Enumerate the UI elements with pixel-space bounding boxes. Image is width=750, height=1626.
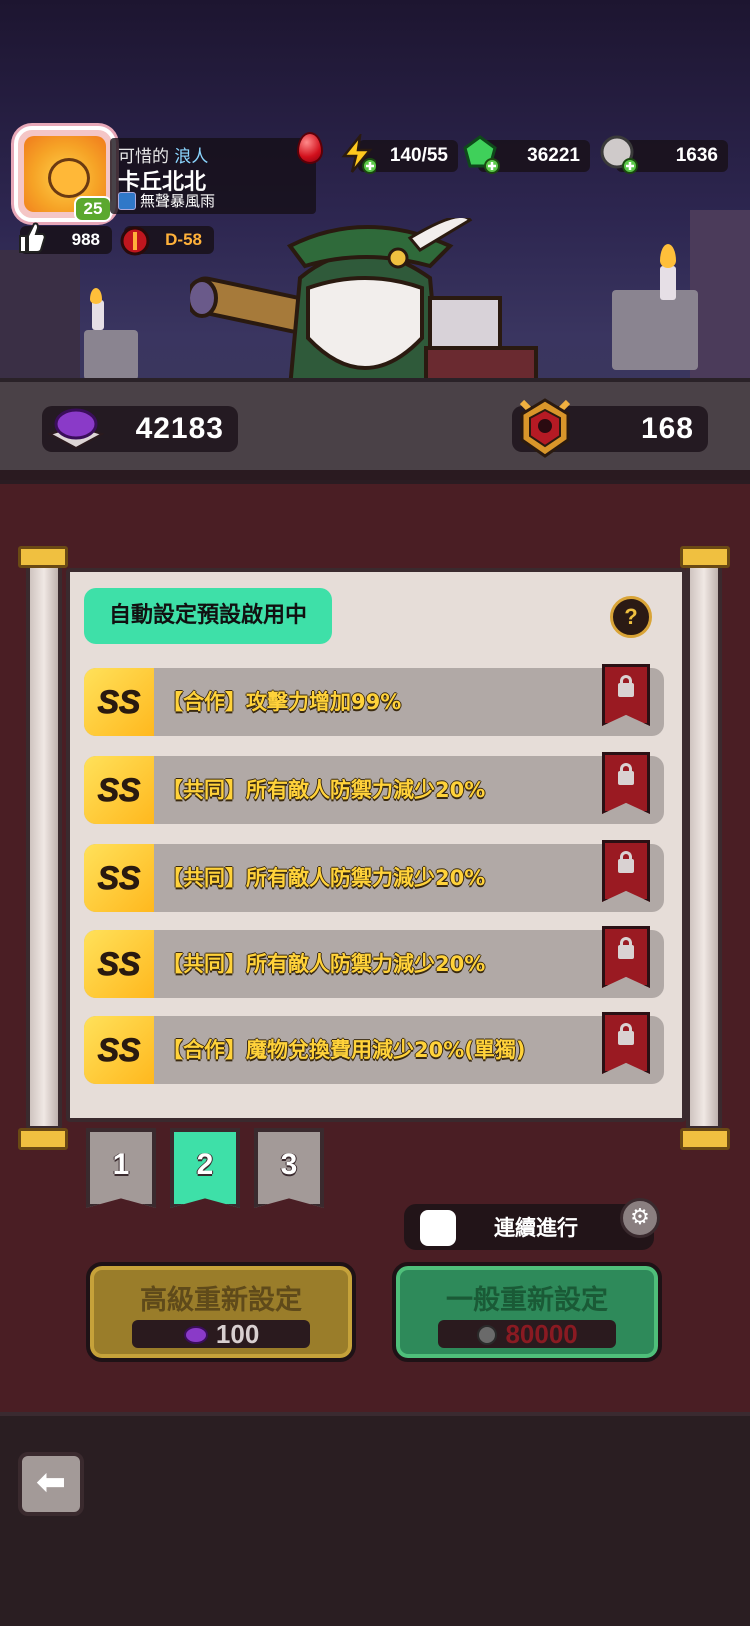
option-row-4[interactable]: SS 【共同】所有敵人防禦力減少20%: [84, 930, 664, 998]
thumbs-up-icon: [19, 222, 46, 253]
energy-value: 140/55: [389, 145, 448, 166]
tab-preset-1[interactable]: 1: [86, 1128, 156, 1208]
scroll-cap-bottom-right: [680, 1128, 730, 1150]
likes-value: 988: [71, 230, 100, 249]
ruby-icon[interactable]: [297, 132, 323, 164]
auto-preset-button[interactable]: 自動設定預設啟用中: [84, 588, 332, 644]
medal-value: 168: [640, 412, 694, 445]
bookshelf-left: [0, 250, 80, 380]
advanced-reroll-cost: 100: [132, 1320, 310, 1348]
player-guild: 無聲暴風雨: [118, 190, 215, 211]
guild-name: 無聲暴風雨: [140, 192, 216, 210]
avatar-face: [48, 158, 90, 198]
grade-badge: SS: [84, 930, 154, 998]
normal-reroll-button[interactable]: 一般重新設定 80000: [392, 1262, 662, 1362]
option-row-1[interactable]: SS 【合作】攻擊力增加99%: [84, 668, 664, 736]
silver-coin-icon: [477, 1325, 498, 1345]
scroll-rod-right: [686, 560, 722, 1130]
grade-badge: SS: [84, 668, 154, 736]
book-stack-left: [84, 330, 138, 380]
advanced-reroll-cost-value: 100: [215, 1319, 260, 1349]
advanced-reroll-button[interactable]: 高級重新設定 100: [86, 1262, 356, 1362]
option-text: 【共同】所有敵人防禦力減少20%: [162, 952, 486, 976]
advanced-reroll-label: 高級重新設定: [140, 1285, 302, 1316]
continuous-checkbox[interactable]: [420, 1210, 456, 1246]
sage-character: [190, 218, 538, 388]
scroll-rod-left: [26, 560, 62, 1130]
floor-edge: [0, 470, 750, 480]
back-arrow-icon[interactable]: ⬅: [18, 1452, 84, 1516]
normal-reroll-cost-value: 80000: [505, 1319, 578, 1349]
scroll-cap-bottom-left: [18, 1128, 68, 1150]
continuous-label: 連續進行: [494, 1216, 578, 1240]
tab-preset-2[interactable]: 2: [170, 1128, 240, 1208]
grade-badge: SS: [84, 844, 154, 912]
option-text: 【共同】所有敵人防禦力減少20%: [162, 778, 486, 802]
normal-reroll-cost: 80000: [438, 1320, 616, 1348]
normal-reroll-label: 一般重新設定: [446, 1285, 608, 1316]
tab-preset-3[interactable]: 3: [254, 1128, 324, 1208]
candle-left: [92, 300, 104, 330]
book-stack-right: [612, 290, 698, 370]
option-text: 【合作】攻擊力增加99%: [162, 690, 402, 714]
flame-right: [660, 244, 676, 268]
help-icon[interactable]: ?: [610, 596, 652, 638]
stage-value: D-58: [165, 230, 202, 249]
stage-icon: [120, 226, 150, 256]
grade-badge: SS: [84, 1016, 154, 1084]
bookshelf-right: [690, 210, 750, 380]
gear-icon[interactable]: ⚙: [620, 1198, 660, 1238]
silver-coin-icon: [600, 135, 638, 174]
green-gem-icon: [463, 135, 500, 174]
gem-value: 36221: [527, 145, 580, 166]
option-row-5[interactable]: SS 【合作】魔物兌換費用減少20%(單獨): [84, 1016, 664, 1084]
lightning-icon: [341, 134, 376, 174]
guild-icon: [118, 191, 136, 210]
purple-dust-icon: [183, 1326, 208, 1344]
purple-dust-value: 42183: [135, 412, 224, 445]
grade-badge: SS: [84, 756, 154, 824]
scroll-cap-top-right: [680, 546, 730, 568]
option-row-2[interactable]: SS 【共同】所有敵人防禦力減少20%: [84, 756, 664, 824]
option-text: 【合作】魔物兌換費用減少20%(單獨): [162, 1038, 526, 1062]
option-row-3[interactable]: SS 【共同】所有敵人防禦力減少20%: [84, 844, 664, 912]
skull-medal-icon: [519, 398, 571, 458]
candle-right: [660, 266, 676, 300]
option-text: 【共同】所有敵人防禦力減少20%: [162, 866, 486, 890]
bottom-bar: [0, 1412, 750, 1626]
flame-left: [90, 288, 102, 304]
scroll-cap-top-left: [18, 546, 68, 568]
purple-dust-icon: [47, 408, 105, 450]
player-level-badge: 25: [74, 196, 112, 222]
coin-value: 1636: [675, 145, 718, 166]
